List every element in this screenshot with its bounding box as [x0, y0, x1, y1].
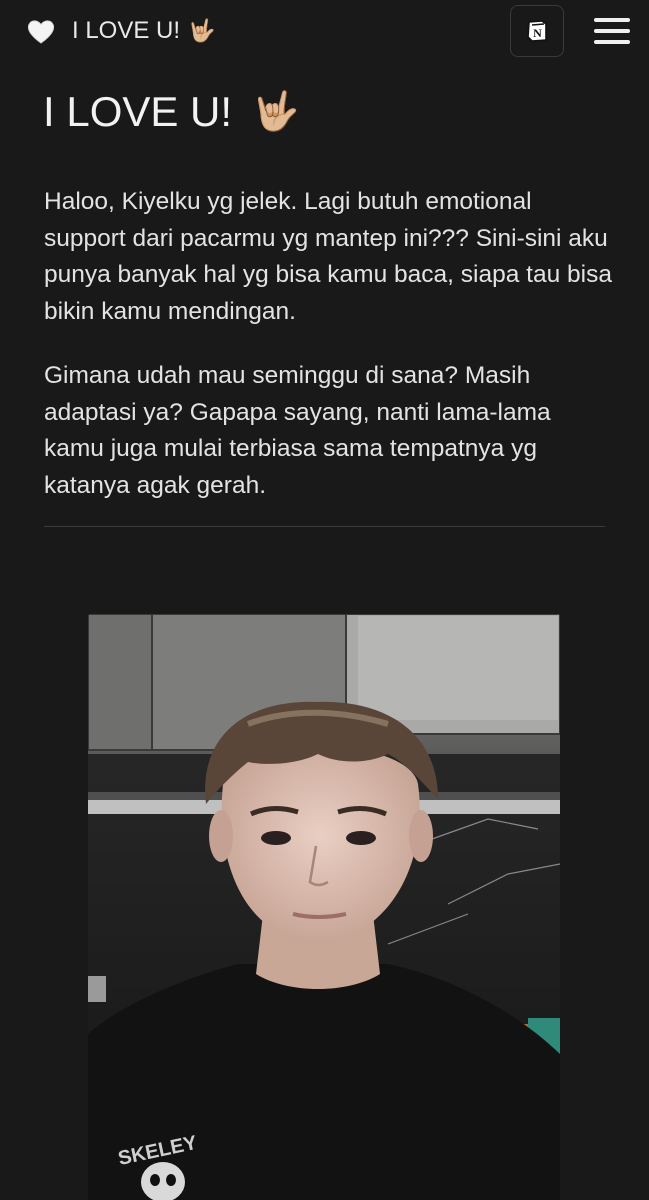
menu-line — [594, 40, 630, 44]
rock-hand-icon: 🤟🏼 — [252, 91, 300, 133]
top-bar: I LOVE U! 🤟🏼 N — [0, 0, 649, 62]
page-title-text: I LOVE U! — [43, 88, 233, 135]
rock-hand-icon: 🤟🏼 — [188, 18, 216, 43]
selfie-photo: SKELEY — [88, 614, 560, 1200]
notion-letter: N — [533, 26, 542, 40]
hamburger-menu-icon[interactable] — [594, 14, 632, 48]
intro-paragraph: Haloo, Kiyelku yg jelek. Lagi butuh emot… — [44, 188, 612, 325]
menu-line — [594, 18, 630, 22]
notion-logo-icon: N — [527, 20, 547, 42]
menu-line — [594, 29, 630, 33]
second-paragraph: Gimana udah mau seminggu di sana? Masih … — [44, 362, 551, 499]
white-heart-icon — [26, 16, 56, 46]
page-breadcrumb[interactable]: I LOVE U! 🤟🏼 — [26, 14, 215, 48]
page-title: I LOVE U! 🤟🏼 — [43, 88, 299, 136]
divider — [44, 526, 605, 527]
notion-button[interactable]: N — [510, 5, 564, 57]
breadcrumb-title: I LOVE U! — [72, 17, 181, 44]
